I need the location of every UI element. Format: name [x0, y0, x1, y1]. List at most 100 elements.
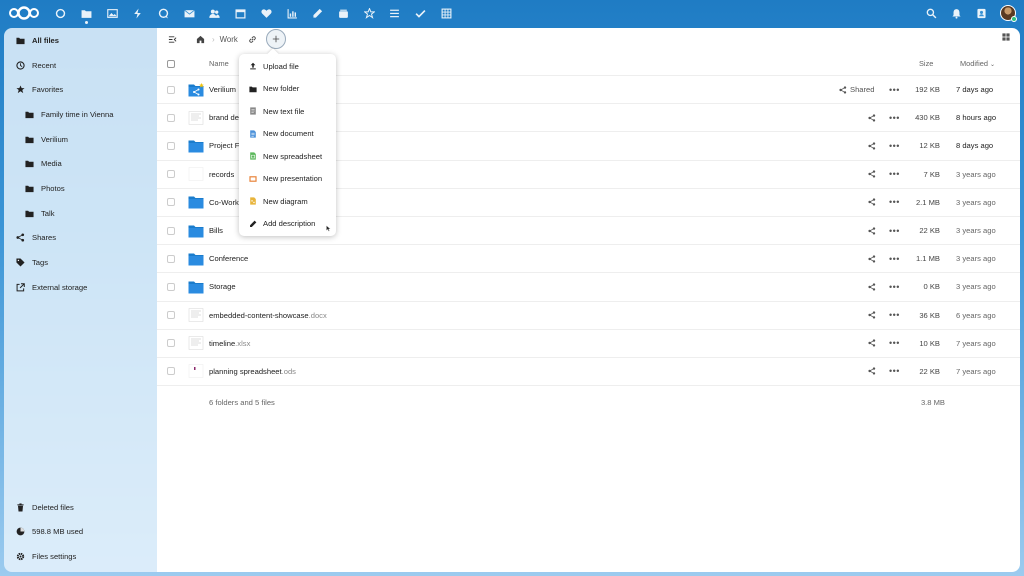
activity-app-icon[interactable]	[125, 0, 151, 26]
more-actions-icon[interactable]: •••	[889, 226, 900, 236]
calendar-app-icon[interactable]	[228, 0, 254, 26]
new-diagram-item[interactable]: New diagram	[239, 190, 336, 213]
file-name[interactable]: records	[209, 170, 234, 179]
nav-favorite-media[interactable]: Media	[4, 151, 157, 176]
row-checkbox[interactable]	[167, 170, 175, 179]
more-actions-icon[interactable]: •••	[889, 254, 900, 264]
share-icon[interactable]	[867, 113, 877, 123]
new-document-item[interactable]: New document	[239, 123, 336, 146]
nav-tags[interactable]: Tags	[4, 250, 157, 275]
more-actions-icon[interactable]: •••	[889, 113, 900, 123]
more-actions-icon[interactable]: •••	[889, 366, 900, 376]
contacts-menu-icon[interactable]	[969, 0, 994, 26]
file-row[interactable]: Conference ••• 1.1 MB 3 years ago	[157, 245, 1020, 274]
shared-status[interactable]: Shared	[839, 85, 875, 94]
row-checkbox[interactable]	[167, 254, 175, 263]
mail-app-icon[interactable]	[176, 0, 202, 26]
new-text-file-item[interactable]: New text file	[239, 100, 336, 123]
nav-favorite-family-time[interactable]: Family time in Vienna	[4, 102, 157, 127]
more-actions-icon[interactable]: •••	[889, 310, 900, 320]
file-name[interactable]: Project F	[209, 141, 239, 150]
row-checkbox[interactable]	[167, 198, 175, 207]
file-name[interactable]: Storage	[209, 282, 236, 291]
heart-app-icon[interactable]	[254, 0, 280, 26]
toggle-sidebar-icon[interactable]	[165, 32, 179, 46]
dashboard-app-icon[interactable]	[48, 0, 74, 26]
more-actions-icon[interactable]: •••	[889, 169, 900, 179]
nav-recent[interactable]: Recent	[4, 53, 157, 78]
file-row[interactable]: timeline.xlsx ••• 10 KB 7 years ago	[157, 330, 1020, 358]
upload-file-item[interactable]: Upload file	[239, 55, 336, 78]
more-actions-icon[interactable]: •••	[889, 141, 900, 151]
search-icon[interactable]	[919, 0, 944, 26]
modified-column-header[interactable]: Modified ⌄	[960, 59, 995, 68]
row-checkbox[interactable]	[167, 339, 175, 348]
checkmark-app-icon[interactable]	[408, 0, 434, 26]
more-actions-icon[interactable]: •••	[889, 85, 900, 95]
file-name[interactable]: Verilium	[209, 85, 236, 94]
nav-external-storage[interactable]: External storage	[4, 275, 157, 300]
share-icon[interactable]	[867, 226, 877, 236]
more-actions-icon[interactable]: •••	[889, 197, 900, 207]
file-name[interactable]: brand de	[209, 113, 239, 122]
share-icon[interactable]	[867, 310, 877, 320]
home-icon[interactable]	[193, 32, 207, 46]
new-presentation-item[interactable]: New presentation	[239, 168, 336, 191]
file-name[interactable]: Conference	[209, 254, 248, 263]
new-folder-item[interactable]: New folder	[239, 78, 336, 101]
share-icon[interactable]	[867, 141, 877, 151]
share-icon[interactable]	[867, 282, 877, 292]
nav-files-settings[interactable]: Files settings	[4, 544, 157, 569]
file-name[interactable]: planning spreadsheet.ods	[209, 367, 296, 376]
link-icon[interactable]	[246, 32, 260, 46]
add-description-item[interactable]: Add description	[239, 213, 336, 236]
deck-app-icon[interactable]	[331, 0, 357, 26]
share-icon[interactable]	[867, 197, 877, 207]
tables-app-icon[interactable]	[433, 0, 459, 26]
file-row[interactable]: Storage ••• 0 KB 3 years ago	[157, 273, 1020, 302]
photos-app-icon[interactable]	[99, 0, 125, 26]
files-app-icon[interactable]	[74, 0, 100, 26]
file-row[interactable]: embedded-content-showcase.docx ••• 36 KB 6 …	[157, 302, 1020, 330]
talk-app-icon[interactable]	[151, 0, 177, 26]
nav-favorites[interactable]: Favorites	[4, 77, 157, 102]
file-name[interactable]: Bills	[209, 226, 223, 235]
nextcloud-logo[interactable]	[4, 0, 44, 26]
new-spreadsheet-item[interactable]: New spreadsheet	[239, 145, 336, 168]
nav-favorite-photos[interactable]: Photos	[4, 176, 157, 201]
file-name[interactable]: timeline.xlsx	[209, 339, 250, 348]
row-checkbox[interactable]	[167, 367, 175, 376]
nav-favorite-talk[interactable]: Talk	[4, 201, 157, 226]
row-checkbox[interactable]	[167, 113, 175, 122]
name-column-header[interactable]: Name	[209, 59, 229, 68]
share-icon[interactable]	[867, 254, 877, 264]
row-checkbox[interactable]	[167, 311, 175, 320]
notes-app-icon[interactable]	[305, 0, 331, 26]
file-row[interactable]: planning spreadsheet.ods ••• 22 KB 7 years …	[157, 358, 1020, 387]
nav-favorite-verilium[interactable]: Verilium	[4, 127, 157, 152]
nav-deleted-files[interactable]: Deleted files	[4, 495, 157, 520]
list-app-icon[interactable]	[382, 0, 408, 26]
nav-all-files[interactable]: All files	[4, 28, 157, 53]
row-checkbox[interactable]	[167, 85, 175, 94]
analytics-app-icon[interactable]	[279, 0, 305, 26]
share-icon[interactable]	[867, 338, 877, 348]
user-avatar[interactable]	[1000, 5, 1017, 22]
more-actions-icon[interactable]: •••	[889, 338, 900, 348]
file-name[interactable]: embedded-content-showcase.docx	[209, 311, 327, 320]
select-all-checkbox[interactable]	[167, 59, 175, 68]
contacts-app-icon[interactable]	[202, 0, 228, 26]
new-button[interactable]	[265, 29, 286, 49]
tasks-app-icon[interactable]	[356, 0, 382, 26]
row-checkbox[interactable]	[167, 226, 175, 235]
row-checkbox[interactable]	[167, 141, 175, 150]
row-checkbox[interactable]	[167, 282, 175, 291]
more-actions-icon[interactable]: •••	[889, 282, 900, 292]
share-icon[interactable]	[867, 169, 877, 179]
nav-shares[interactable]: Shares	[4, 226, 157, 251]
breadcrumb-current[interactable]: Work	[220, 35, 238, 44]
share-icon[interactable]	[867, 366, 877, 376]
file-name[interactable]: Co-Work	[209, 198, 239, 207]
notifications-icon[interactable]	[944, 0, 969, 26]
size-column-header[interactable]: Size	[919, 59, 933, 68]
